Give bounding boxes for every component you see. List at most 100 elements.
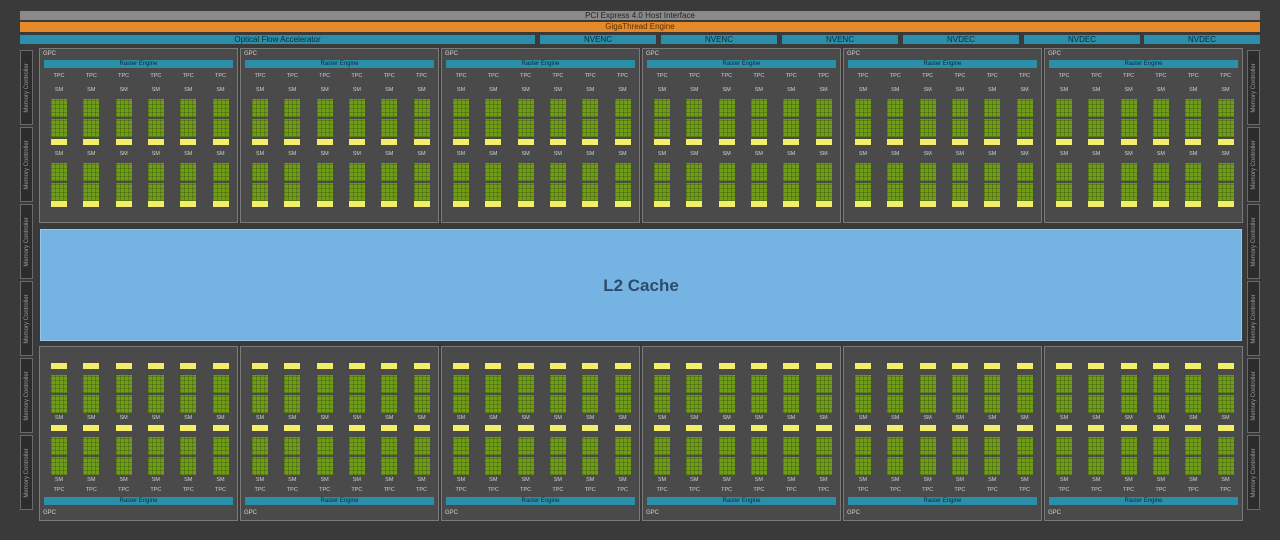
sm-core-block [855, 183, 871, 201]
sm-label: SM [255, 151, 265, 157]
sm-core-block [413, 163, 430, 181]
sm-core-block [485, 437, 502, 455]
sm-label: SM [586, 477, 595, 483]
sm-label: SM [255, 415, 265, 421]
tpc: TPC SM SM [450, 73, 472, 213]
tpc-label: TPC [857, 73, 869, 79]
sm-cache-block [453, 201, 469, 207]
tpc-label: TPC [487, 487, 499, 493]
sm-cache-block [549, 425, 566, 431]
sm-cache-block [815, 201, 832, 207]
tpc-label: TPC [286, 73, 298, 79]
memory-controller-label: Memory Controller [23, 293, 30, 344]
sm-label: SM [1059, 477, 1069, 483]
sm-core-block [614, 375, 631, 393]
sm-core-block [252, 457, 268, 475]
tpc-label: TPC [1220, 73, 1231, 79]
tpc-label: TPC [1187, 487, 1199, 493]
sm-label: SM [489, 477, 498, 483]
sm-cache-block [582, 425, 599, 431]
tpc: SM SM TPC [884, 355, 906, 495]
codec-nvenc-2: NVENC [661, 35, 777, 44]
sm-label: SM [521, 477, 530, 483]
sm-core-block [855, 119, 871, 137]
sm-label: SM [489, 151, 498, 157]
sm-core-block [783, 99, 800, 117]
sm-cache-block [783, 425, 800, 431]
gpc-label: GPC [244, 510, 258, 516]
sm-cache-block [718, 201, 735, 207]
sm-label: SM [1189, 415, 1198, 421]
sm-cache-block [413, 201, 430, 207]
sm-core-block [316, 163, 333, 181]
sm-label: SM [1020, 151, 1029, 157]
sm-core-block [115, 437, 132, 455]
tpc-label: TPC [150, 487, 162, 493]
sm-core-block [51, 437, 67, 455]
sm-label: SM [1221, 477, 1230, 483]
sm-cache-block [453, 425, 469, 431]
gpc-9: GPC Raster Engine SM SM TPC SM SM TPC SM SM TPC SM S… [441, 346, 640, 521]
sm-core-block [51, 119, 67, 137]
sm-core-block [348, 395, 365, 413]
sm-core-block [1120, 437, 1137, 455]
sm-core-block [180, 183, 197, 201]
sm-cache-block [252, 201, 268, 207]
tpc-label: TPC [351, 73, 363, 79]
memory-controller-left-5: Memory Controller [20, 358, 33, 433]
sm-core-block [582, 375, 599, 393]
sm-cache-block [887, 139, 904, 145]
tpc: TPC SM SM [1053, 73, 1075, 213]
sm-core-block [413, 395, 430, 413]
sm-core-block [815, 119, 832, 137]
gpc-label: GPC [847, 510, 861, 516]
tpc-label: TPC [1220, 487, 1231, 493]
sm-label: SM [216, 415, 225, 421]
sm-core-block [485, 375, 502, 393]
sm-cache-block [783, 139, 800, 145]
sm-label: SM [722, 151, 731, 157]
sm-core-block [984, 375, 1001, 393]
tpc: SM SM TPC [780, 355, 802, 495]
sm-core-block [381, 395, 398, 413]
sm-core-block [517, 395, 534, 413]
memory-controller-label: Memory Controller [23, 216, 30, 267]
sm-cache-block [413, 139, 430, 145]
sm-core-block [984, 457, 1001, 475]
sm-core-block [180, 375, 197, 393]
sm-core-block [252, 119, 268, 137]
gpc-5: GPC Raster Engine TPC SM SM TPC SM SM TPC SM SM TPC… [843, 48, 1042, 223]
sm-cache-block [1152, 425, 1169, 431]
tpc: TPC SM SM [177, 73, 199, 213]
tpc: SM SM TPC [450, 355, 472, 495]
sm-core-block [1056, 457, 1072, 475]
tpc: SM SM TPC [1053, 355, 1075, 495]
sm-cache-block [549, 363, 566, 369]
sm-label: SM [690, 477, 699, 483]
sm-core-block [83, 99, 100, 117]
gpc-label: GPC [646, 51, 660, 57]
sm-core-block [348, 183, 365, 201]
sm-label: SM [1092, 87, 1101, 93]
sm-core-block [1152, 457, 1169, 475]
sm-core-block [549, 119, 566, 137]
sm-core-block [348, 119, 365, 137]
gpc-label: GPC [43, 510, 57, 516]
sm-core-block [1217, 119, 1234, 137]
sm-label: SM [1059, 151, 1069, 157]
sm-core-block [654, 437, 670, 455]
sm-core-block [1185, 163, 1202, 181]
sm-core-block [783, 437, 800, 455]
sm-cache-block [614, 425, 631, 431]
tpc-label: TPC [487, 73, 499, 79]
sm-core-block [316, 395, 333, 413]
memory-controller-label: Memory Controller [23, 62, 30, 113]
sm-label: SM [385, 477, 394, 483]
sm-core-block [180, 119, 197, 137]
tpc-label: TPC [552, 487, 564, 493]
sm-core-block [316, 457, 333, 475]
sm-label: SM [119, 415, 128, 421]
sm-label: SM [858, 415, 868, 421]
sm-label: SM [1092, 415, 1101, 421]
sm-cache-block [517, 201, 534, 207]
